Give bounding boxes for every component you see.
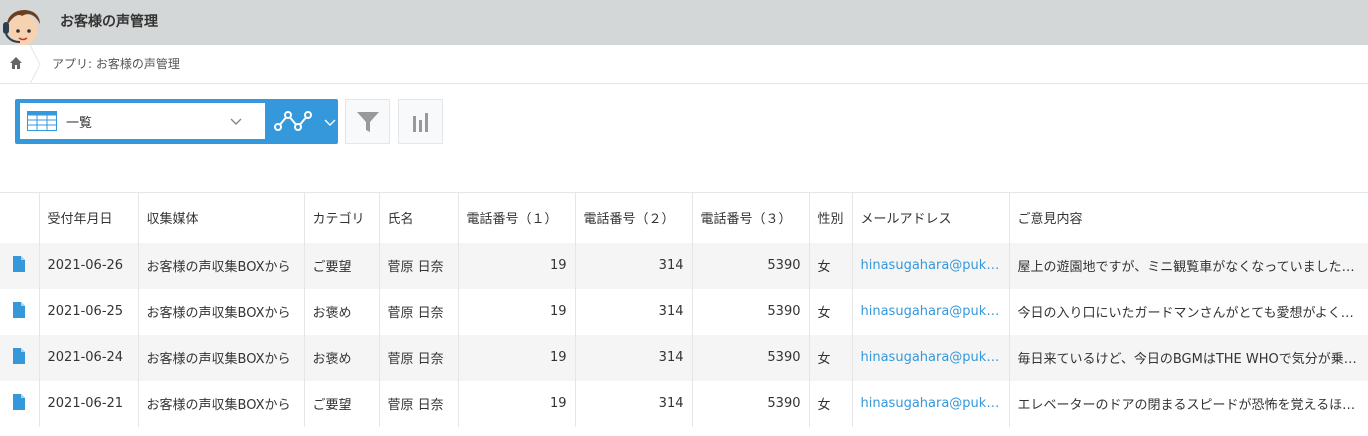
filter-icon [357,112,379,132]
cell-tel2: 314 [575,242,693,289]
home-icon [10,57,22,69]
cell-name: 菅原 日奈 [379,242,459,289]
document-icon [13,255,26,272]
record-detail-link[interactable] [0,380,40,427]
cell-tel1: 19 [458,380,576,427]
cell-opinion: 毎日来ているけど、今日のBGMはTHE WHOで気分が乗… [1009,334,1368,381]
column-header[interactable]: カテゴリ [304,192,380,243]
cell-date: 2021-06-25 [39,288,139,335]
table-header-row: 受付年月日 収集媒体 カテゴリ 氏名 電話番号（１） 電話番号（２） 電話番号（… [0,192,1368,243]
app-title: お客様の声管理 [60,14,158,30]
cell-source: お客様の声収集BOXから [138,380,305,427]
cell-opinion: 今日の入り口にいたガードマンさんがとても愛想がよく… [1009,288,1368,335]
record-detail-link[interactable] [0,288,40,335]
cell-category: ご要望 [304,242,380,289]
cell-source: お客様の声収集BOXから [138,242,305,289]
cell-date: 2021-06-24 [39,334,139,381]
chevron-down-icon [230,118,242,125]
view-label: 一覧 [66,116,93,131]
table-row[interactable]: 2021-06-24 お客様の声収集BOXから お褒め 菅原 日奈 19 314… [0,334,1368,381]
table-row[interactable]: 2021-06-21 お客様の声収集BOXから ご要望 菅原 日奈 19 314… [0,380,1368,427]
cell-email-link[interactable]: hinasugahara@puk… [852,334,1010,381]
cell-opinion: 屋上の遊園地ですが、ミニ観覧車がなくなっていました… [1009,242,1368,289]
cell-tel2: 314 [575,334,693,381]
cell-tel3: 5390 [692,380,810,427]
cell-name: 菅原 日奈 [379,288,459,335]
cell-tel1: 19 [458,288,576,335]
document-icon [13,393,26,410]
cell-gender: 女 [809,380,853,427]
app-avatar-icon [0,0,46,45]
column-header-icon [0,192,40,243]
document-icon [13,301,26,318]
table-view-icon [27,111,57,131]
column-header[interactable]: メールアドレス [852,192,1010,243]
table-row[interactable]: 2021-06-25 お客様の声収集BOXから お褒め 菅原 日奈 19 314… [0,288,1368,335]
cell-gender: 女 [809,242,853,289]
document-icon [13,347,26,364]
record-detail-link[interactable] [0,334,40,381]
bar-chart-icon [413,113,428,132]
cell-gender: 女 [809,288,853,335]
records-table: 受付年月日 収集媒体 カテゴリ 氏名 電話番号（１） 電話番号（２） 電話番号（… [0,192,1368,427]
column-header[interactable]: 性別 [809,192,853,243]
cell-date: 2021-06-26 [39,242,139,289]
cell-date: 2021-06-21 [39,380,139,427]
table-row[interactable]: 2021-06-26 お客様の声収集BOXから ご要望 菅原 日奈 19 314… [0,242,1368,289]
column-header[interactable]: 収集媒体 [138,192,305,243]
cell-name: 菅原 日奈 [379,334,459,381]
column-header[interactable]: ご意見内容 [1009,192,1368,243]
breadcrumb-separator-icon [29,45,41,84]
filter-button[interactable] [345,99,390,144]
column-header[interactable]: 電話番号（２） [575,192,693,243]
column-header[interactable]: 電話番号（１） [458,192,576,243]
graph-button[interactable] [398,99,443,144]
cell-category: お褒め [304,288,380,335]
breadcrumb: アプリ: お客様の声管理 [0,45,1368,84]
graph-icon [274,111,312,131]
cell-email-link[interactable]: hinasugahara@puk… [852,288,1010,335]
cell-source: お客様の声収集BOXから [138,288,305,335]
breadcrumb-app-link[interactable]: アプリ: お客様の声管理 [52,55,180,72]
cell-email-link[interactable]: hinasugahara@puk… [852,380,1010,427]
chevron-down-icon [324,119,336,126]
cell-opinion: エレベーターのドアの閉まるスピードが恐怖を覚えるほ… [1009,380,1368,427]
column-header[interactable]: 氏名 [379,192,459,243]
column-header[interactable]: 電話番号（３） [692,192,810,243]
cell-tel2: 314 [575,380,693,427]
cell-source: お客様の声収集BOXから [138,334,305,381]
cell-tel1: 19 [458,242,576,289]
column-header[interactable]: 受付年月日 [39,192,139,243]
cell-tel3: 5390 [692,288,810,335]
cell-category: お褒め [304,334,380,381]
cell-name: 菅原 日奈 [379,380,459,427]
record-detail-link[interactable] [0,242,40,289]
cell-gender: 女 [809,334,853,381]
cell-category: ご要望 [304,380,380,427]
app-header: お客様の声管理 [0,0,1368,45]
view-selector: 一覧 [15,99,338,144]
cell-tel3: 5390 [692,242,810,289]
view-dropdown[interactable]: 一覧 [20,103,265,139]
cell-tel2: 314 [575,288,693,335]
cell-tel1: 19 [458,334,576,381]
cell-tel3: 5390 [692,334,810,381]
cell-email-link[interactable]: hinasugahara@puk… [852,242,1010,289]
graph-menu-button[interactable] [265,99,338,144]
